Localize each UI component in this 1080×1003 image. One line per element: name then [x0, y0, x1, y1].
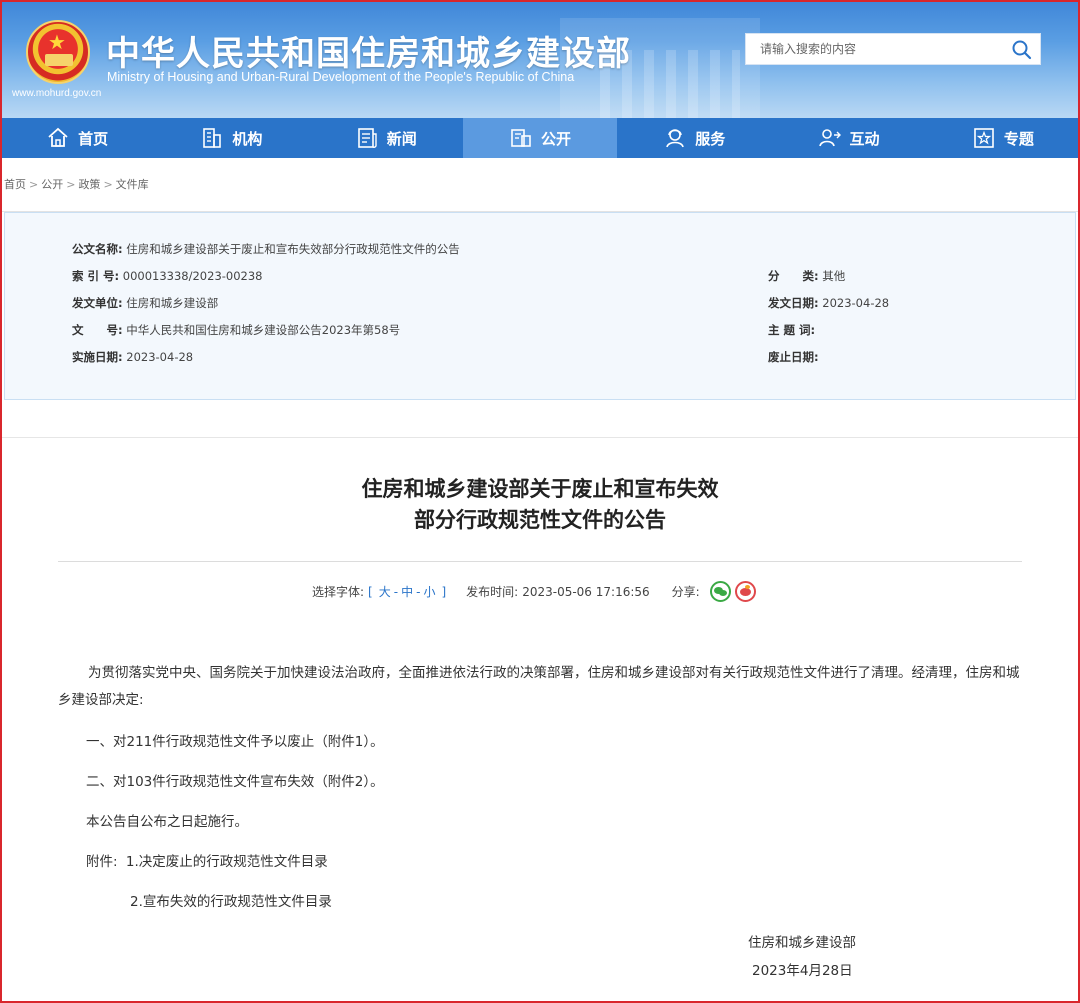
nav-item-topics[interactable]: 专题	[926, 118, 1080, 158]
attachments-label: 附件:	[86, 854, 118, 870]
meta-label: 索 引 号:	[72, 269, 120, 283]
breadcrumb-item-public[interactable]: 公开	[41, 178, 63, 191]
font-select-label: 选择字体:	[312, 585, 365, 599]
font-size-medium-button[interactable]: 中	[401, 583, 413, 600]
meta-effective-date: 实施日期: 2023-04-28	[72, 349, 193, 365]
nav-item-news[interactable]: 新闻	[309, 118, 463, 158]
meta-value: 2023-04-28	[126, 350, 194, 364]
article-title: 住房和城乡建设部关于废止和宣布失效 部分行政规范性文件的公告	[0, 474, 1080, 536]
nav-item-label: 专题	[1003, 129, 1034, 148]
paragraph-2: 一、对211件行政规范性文件予以废止（附件1）。	[86, 734, 384, 750]
title-divider	[58, 561, 1022, 562]
meta-value: 000013338/2023-00238	[122, 269, 263, 283]
nav-item-organization[interactable]: 机构	[154, 118, 308, 158]
font-bracket-close: ]	[441, 584, 447, 599]
meta-label: 公文名称:	[72, 242, 123, 256]
meta-value: 中华人民共和国住房和城乡建设部公告2023年第58号	[126, 323, 401, 337]
meta-value: 住房和城乡建设部关于废止和宣布失效部分行政规范性文件的公告	[126, 242, 460, 256]
font-size-large-button[interactable]: 大	[379, 583, 391, 600]
star-icon	[974, 128, 994, 148]
breadcrumb-item-policy[interactable]: 政策	[78, 178, 100, 191]
meta-label: 实施日期:	[72, 350, 123, 364]
share-label: 分享:	[671, 585, 700, 599]
meta-label: 分 类:	[768, 269, 819, 283]
meta-label: 废止日期:	[768, 350, 819, 364]
attachment-link-1[interactable]: 1.决定废止的行政规范性文件目录	[126, 854, 328, 870]
font-dash: -	[416, 584, 421, 599]
breadcrumb: 首页 > 公开 > 政策 > 文件库	[4, 176, 149, 192]
meta-value: 2023-04-28	[822, 296, 890, 310]
nav-item-home[interactable]: 首页	[0, 118, 154, 158]
attachment-link-2[interactable]: 2.宣布失效的行政规范性文件目录	[130, 890, 332, 910]
font-bracket-open: [	[368, 584, 373, 599]
service-icon	[666, 129, 685, 148]
meta-category: 分 类: 其他	[768, 268, 845, 284]
meta-repeal-date: 废止日期:	[768, 349, 819, 365]
nav-item-label: 机构	[232, 129, 263, 148]
breadcrumb-item-library[interactable]: 文件库	[116, 178, 149, 191]
meta-doc-name: 公文名称: 住房和城乡建设部关于废止和宣布失效部分行政规范性文件的公告	[72, 241, 460, 257]
nav-item-public[interactable]: 公开	[462, 118, 618, 158]
publish-time: 2023-05-06 17:16:56	[522, 584, 650, 599]
search-box	[745, 33, 1041, 65]
site-subtitle: Ministry of Housing and Urban-Rural Deve…	[107, 70, 575, 84]
site-url: www.mohurd.gov.cn	[12, 88, 102, 99]
section-divider	[0, 437, 1080, 438]
meta-label: 主 题 词:	[768, 323, 816, 337]
national-emblem-icon[interactable]	[26, 20, 90, 84]
weibo-share-icon[interactable]	[734, 581, 756, 602]
meta-label: 文 号:	[72, 323, 123, 337]
font-dash: -	[393, 584, 399, 599]
signature-date: 2023年4月28日	[752, 963, 853, 979]
document-meta-panel: 公文名称: 住房和城乡建设部关于废止和宣布失效部分行政规范性文件的公告 索 引 …	[4, 212, 1076, 400]
nav-item-label: 互动	[849, 129, 880, 148]
signature-org: 住房和城乡建设部	[748, 935, 856, 951]
main-nav: 首页 机构 新闻 公开 服务 互动 专题	[0, 118, 1080, 158]
meta-doc-number: 文 号: 中华人民共和国住房和城乡建设部公告2023年第58号	[72, 322, 400, 338]
attachments-row: 附件: 1.决定废止的行政规范性文件目录	[86, 850, 328, 870]
meta-value: 其他	[822, 269, 846, 283]
nav-item-service[interactable]: 服务	[617, 118, 771, 158]
nav-item-label: 服务	[695, 129, 726, 148]
meta-issuer: 发文单位: 住房和城乡建设部	[72, 295, 218, 311]
paragraph-3: 二、对103件行政规范性文件宣布失效（附件2）。	[86, 774, 384, 790]
search-input[interactable]	[746, 34, 1006, 64]
document-icon	[511, 129, 531, 147]
nav-item-label: 首页	[78, 129, 109, 148]
breadcrumb-separator: >	[103, 178, 113, 191]
interaction-icon	[818, 129, 841, 147]
nav-item-interaction[interactable]: 互动	[771, 118, 925, 158]
meta-issue-date: 发文日期: 2023-04-28	[768, 295, 889, 311]
breadcrumb-item-home[interactable]: 首页	[4, 178, 26, 191]
article-title-line2: 部分行政规范性文件的公告	[414, 508, 666, 532]
building-icon	[203, 128, 222, 148]
meta-index: 索 引 号: 000013338/2023-00238	[72, 268, 263, 284]
news-icon	[357, 128, 377, 148]
nav-item-label: 公开	[540, 129, 571, 148]
site-title[interactable]: 中华人民共和国住房和城乡建设部	[106, 26, 631, 75]
font-size-small-button[interactable]: 小	[423, 583, 435, 600]
paragraph-1: 为贯彻落实党中央、国务院关于加快建设法治政府，全面推进依法行政的决策部署，住房和…	[58, 665, 1020, 708]
article-toolbar: 选择字体: [ 大 - 中 - 小 ] 发布时间: 2023-05-06 17:…	[312, 581, 756, 602]
paragraph-4: 本公告自公布之日起施行。	[86, 814, 248, 830]
meta-value: 住房和城乡建设部	[126, 296, 219, 310]
breadcrumb-separator: >	[66, 178, 76, 191]
wechat-share-icon[interactable]	[709, 581, 731, 602]
meta-label: 发文单位:	[72, 296, 123, 310]
home-icon	[48, 127, 68, 147]
nav-item-label: 新闻	[386, 129, 417, 148]
article-title-line1: 住房和城乡建设部关于废止和宣布失效	[361, 477, 719, 501]
meta-keywords: 主 题 词:	[768, 322, 815, 338]
publish-time-label: 发布时间:	[466, 585, 519, 599]
meta-label: 发文日期:	[768, 296, 819, 310]
header-banner: www.mohurd.gov.cn 中华人民共和国住房和城乡建设部 Minist…	[0, 0, 1080, 118]
search-icon[interactable]	[1010, 38, 1034, 62]
breadcrumb-separator: >	[29, 178, 39, 191]
